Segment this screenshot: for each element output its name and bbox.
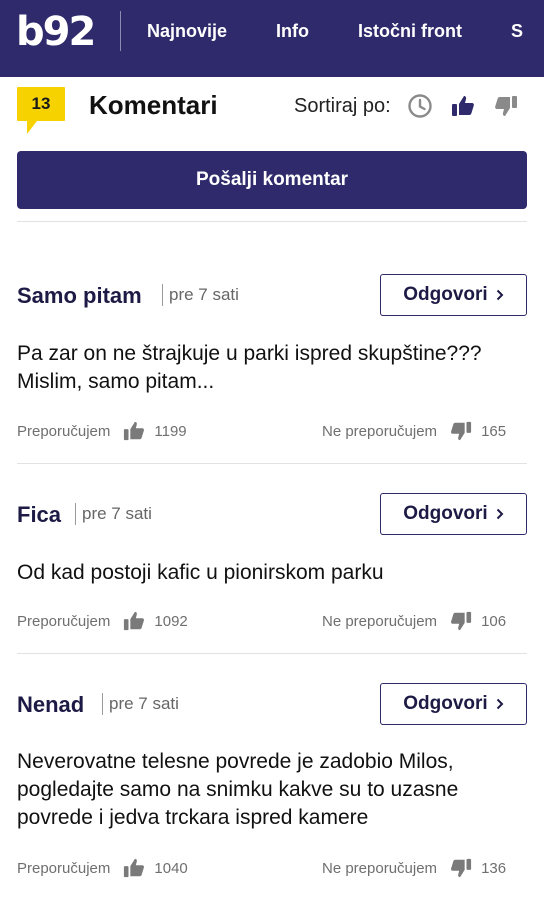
comment-count: 13 — [31, 94, 51, 113]
comment-text: Od kad postoji kafic u pionirskom parku — [17, 561, 384, 584]
not-recommend-count: 136 — [481, 859, 507, 877]
comment-time: pre 7 sati — [162, 284, 239, 306]
thumbs-down-icon — [449, 857, 473, 879]
comment-votes: Preporučujem 1040 Ne preporučujem 136 — [17, 856, 527, 880]
sort-by-time-button[interactable] — [406, 92, 434, 120]
comment-divider — [17, 463, 527, 464]
recommend-label: Preporučujem — [17, 859, 111, 877]
comment-author[interactable]: Nenad — [17, 692, 84, 718]
nav-item-info[interactable]: Info — [276, 20, 309, 42]
comment-time: pre 7 sati — [102, 693, 179, 715]
divider — [17, 221, 527, 222]
main-nav: Najnovije Info Istočni front S — [147, 20, 544, 42]
reply-button[interactable]: Odgovori — [380, 493, 527, 535]
recommend-button[interactable]: Preporučujem 1199 — [17, 419, 187, 443]
not-recommend-count: 106 — [481, 612, 507, 630]
comment-author[interactable]: Samo pitam — [17, 283, 142, 309]
reply-label: Odgovori — [403, 503, 488, 524]
reply-button[interactable]: Odgovori — [380, 274, 527, 316]
thumbs-up-icon — [122, 857, 146, 879]
thumbs-down-icon — [449, 610, 473, 632]
not-recommend-label: Ne preporučujem — [322, 612, 438, 630]
chevron-right-icon — [496, 508, 504, 520]
thumbs-up-icon — [122, 610, 146, 632]
comment-votes: Preporučujem 1092 Ne preporučujem 106 — [17, 609, 527, 633]
recommend-count: 1092 — [154, 612, 188, 630]
comment-count-badge: 13 — [17, 87, 65, 121]
comment-text: Pa zar on ne štrajkuje u parki ispred sk… — [17, 342, 482, 393]
chevron-right-icon — [496, 698, 504, 710]
recommend-button[interactable]: Preporučujem 1040 — [17, 856, 188, 880]
recommend-label: Preporučujem — [17, 422, 111, 440]
comment-time: pre 7 sati — [75, 503, 152, 525]
thumbs-down-icon — [495, 96, 517, 116]
not-recommend-label: Ne preporučujem — [322, 859, 438, 877]
thumbs-down-icon — [449, 420, 473, 442]
comments-title: Komentari — [89, 90, 218, 120]
recommend-label: Preporučujem — [17, 612, 111, 630]
not-recommend-count: 165 — [481, 422, 507, 440]
logo-divider — [120, 11, 121, 51]
logo-text: b92 — [16, 9, 96, 55]
not-recommend-button[interactable]: Ne preporučujem 106 — [322, 609, 506, 633]
nav-item-truncated[interactable]: S — [511, 20, 523, 42]
recommend-button[interactable]: Preporučujem 1092 — [17, 609, 188, 633]
reply-label: Odgovori — [403, 693, 488, 714]
comment-text: Neverovatne telesne povrede je zadobio M… — [17, 750, 459, 829]
comment-divider — [17, 653, 527, 654]
submit-comment-button[interactable]: Pošalji komentar — [17, 151, 527, 209]
sort-by-likes-button[interactable] — [449, 92, 477, 120]
not-recommend-button[interactable]: Ne preporučujem 165 — [322, 419, 506, 443]
thumbs-up-icon — [452, 96, 474, 116]
clock-icon — [408, 94, 432, 118]
comment-author[interactable]: Fica — [17, 502, 61, 528]
not-recommend-button[interactable]: Ne preporučujem 136 — [322, 856, 506, 880]
badge-tail — [27, 121, 37, 134]
recommend-count: 1040 — [154, 859, 188, 877]
nav-item-najnovije[interactable]: Najnovije — [147, 20, 227, 42]
comment-votes: Preporučujem 1199 Ne preporučujem 165 — [17, 419, 527, 443]
recommend-count: 1199 — [154, 422, 187, 440]
nav-item-istocni-front[interactable]: Istočni front — [358, 20, 462, 42]
b92-logo[interactable]: b92 — [16, 9, 96, 55]
sort-label: Sortiraj po: — [294, 95, 391, 117]
top-navigation-bar: b92 Najnovije Info Istočni front S — [0, 0, 544, 77]
thumbs-up-icon — [122, 420, 146, 442]
not-recommend-label: Ne preporučujem — [322, 422, 438, 440]
chevron-right-icon — [496, 289, 504, 301]
reply-label: Odgovori — [403, 284, 488, 305]
sort-by-dislikes-button[interactable] — [492, 92, 520, 120]
reply-button[interactable]: Odgovori — [380, 683, 527, 725]
